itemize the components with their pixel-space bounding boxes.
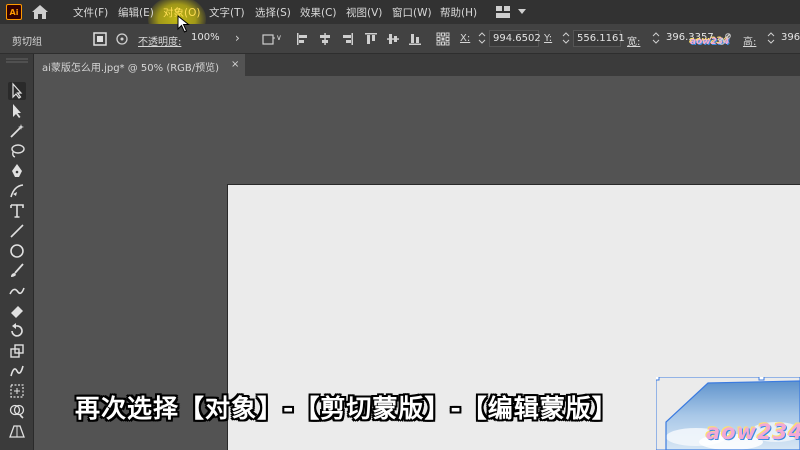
y-field[interactable]: 556.1161 [573,30,625,47]
opacity-label[interactable]: 不透明度: [138,33,181,48]
curvature-icon[interactable] [8,182,26,200]
menu-bar: Ai 文件(F) 编辑(E) 对象(O) 文字(T) 选择(S) 效果(C) 视… [0,0,800,42]
x-field[interactable]: 994.6502 [489,30,541,47]
align-middle-icon[interactable] [386,32,400,46]
align-bottom-icon[interactable] [408,32,422,46]
direct-selection-tool-icon[interactable] [8,102,26,120]
menu-help[interactable]: 帮助(H) [440,5,477,20]
tools-panel [0,54,34,450]
height-label: 高: [743,37,757,48]
menu-file[interactable]: 文件(F) [73,5,108,20]
menu-effect[interactable]: 效果(C) [300,5,337,20]
free-transform-icon[interactable] [8,382,26,400]
control-bar: 剪切组 不透明度: 100% › ∨ X: 994.6502 Y: 556.11… [0,24,800,54]
x-label: X: [460,33,471,44]
edit-contents-icon[interactable] [115,32,129,46]
align-center-icon[interactable] [318,32,332,46]
menu-window[interactable]: 窗口(W) [392,5,432,20]
scale-icon[interactable] [8,342,26,360]
stepper-icon[interactable] [652,31,660,45]
menu-type[interactable]: 文字(T) [209,5,245,20]
paintbrush-icon[interactable] [8,262,26,280]
y-label: Y: [544,33,553,44]
menu-select[interactable]: 选择(S) [255,5,291,20]
chevron-down-icon[interactable] [518,9,526,15]
subtitle-caption: 再次选择【对象】-【剪切蒙版】-【编辑蒙版】 [75,394,618,423]
stepper-icon[interactable] [767,31,775,45]
line-icon[interactable] [8,222,26,240]
perspective-icon[interactable] [8,422,26,440]
eraser-icon[interactable] [8,302,26,320]
lasso-icon[interactable] [8,142,26,160]
panel-grip-icon[interactable] [6,58,28,64]
pen-icon[interactable] [8,162,26,180]
stepper-icon[interactable] [562,31,570,45]
magic-wand-icon[interactable] [8,122,26,140]
align-top-icon[interactable] [364,32,378,46]
width-label: 宽: [627,37,641,48]
align-right-icon[interactable] [340,32,354,46]
recolor-artwork-icon[interactable] [262,32,276,46]
shaper-icon[interactable] [8,282,26,300]
workspace-icon[interactable] [496,6,510,18]
document-tab-bar: ai蒙版怎么用.jpg* @ 50% (RGB/预览) × [34,54,800,76]
shape-builder-icon[interactable] [8,402,26,420]
warp-icon[interactable] [8,362,26,380]
ellipse-icon[interactable] [8,242,26,260]
opacity-field[interactable]: 100% [188,30,230,47]
menu-edit[interactable]: 编辑(E) [118,5,154,20]
selection-type-label: 剪切组 [12,37,42,48]
home-icon[interactable] [31,4,49,20]
document-tab-title[interactable]: ai蒙版怎么用.jpg* @ 50% (RGB/预览) [42,59,219,74]
watermark: aow234 [706,420,800,444]
height-field[interactable]: 396.3357 [778,30,800,47]
stepper-icon[interactable] [478,31,486,45]
edit-clipping-path-icon[interactable] [93,32,107,46]
chevron-right-icon[interactable]: › [235,31,240,45]
close-icon[interactable]: × [231,59,239,70]
mouse-cursor-icon [177,15,190,33]
rotate-icon[interactable] [8,322,26,340]
document-tab[interactable]: ai蒙版怎么用.jpg* @ 50% (RGB/预览) × [34,54,245,76]
selection-tool-icon[interactable] [8,82,26,100]
type-icon[interactable] [8,202,26,220]
align-left-icon[interactable] [296,32,310,46]
menu-view[interactable]: 视图(V) [346,5,382,20]
app-logo: Ai [6,4,22,20]
reference-point-icon[interactable] [436,32,450,46]
chevron-down-icon[interactable]: ∨ [276,33,282,42]
link-icon[interactable] [718,32,732,46]
